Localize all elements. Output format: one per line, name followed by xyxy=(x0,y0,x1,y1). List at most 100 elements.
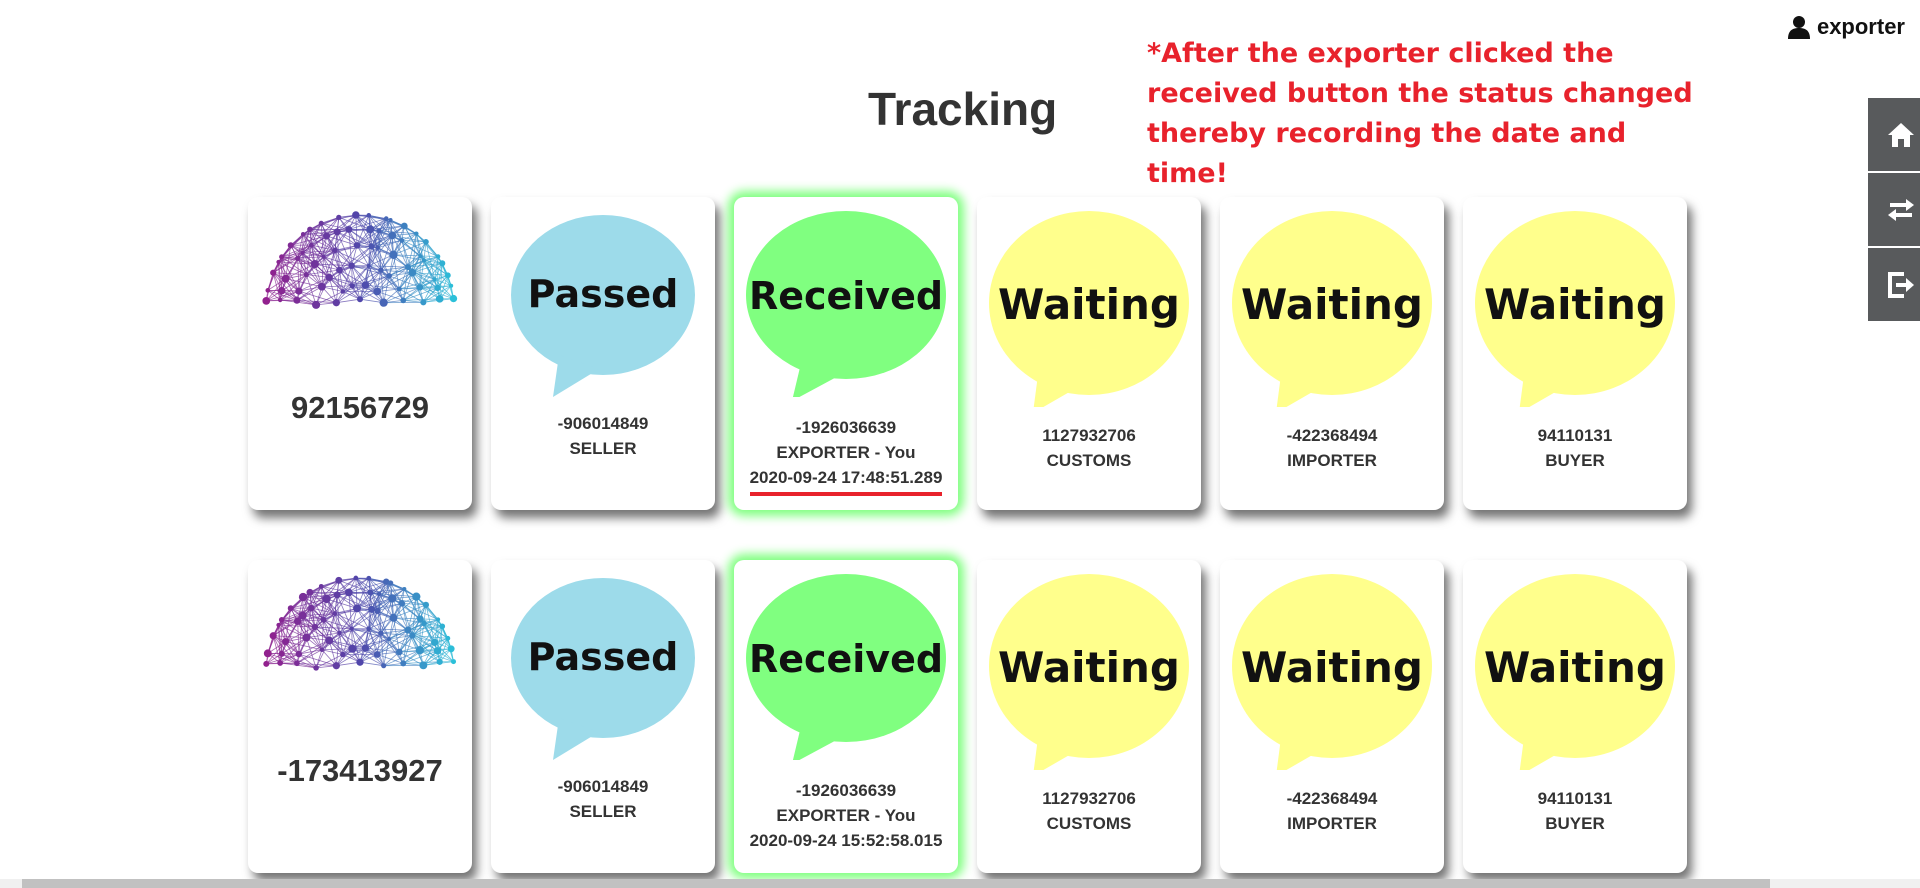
globe-node xyxy=(423,238,429,245)
status-bubble-waiting: Waiting xyxy=(989,574,1189,770)
globe-node xyxy=(368,605,376,613)
stage-id: -906014849 xyxy=(557,777,649,796)
stage-id: -906014849 xyxy=(557,414,649,433)
globe-node xyxy=(287,242,294,249)
globe-node xyxy=(349,626,354,631)
svg-text:Received: Received xyxy=(749,637,943,681)
user-menu[interactable]: exporter xyxy=(1787,14,1905,40)
globe-node xyxy=(400,660,407,667)
globe-node xyxy=(322,594,331,604)
svg-text:Waiting: Waiting xyxy=(998,280,1180,329)
transfer-button[interactable] xyxy=(1868,173,1920,246)
logout-button[interactable] xyxy=(1868,248,1920,321)
globe-node xyxy=(320,616,327,623)
stage-card-seller[interactable]: Passed -906014849 SELLER xyxy=(491,197,715,510)
globe-node xyxy=(379,298,388,307)
globe-node xyxy=(387,580,394,586)
globe-node xyxy=(375,245,380,250)
stage-card-buyer[interactable]: Waiting 94110131 BUYER xyxy=(1463,197,1687,510)
globe-node xyxy=(366,626,372,632)
globe-node xyxy=(395,648,403,656)
stage-role: SELLER xyxy=(569,439,637,458)
globe-node xyxy=(376,591,382,597)
globe-node xyxy=(303,272,309,278)
globe-network-icon xyxy=(262,211,458,309)
globe-node xyxy=(409,632,416,639)
scrollbar-thumb[interactable] xyxy=(22,879,1770,888)
globe-node xyxy=(356,658,364,666)
product-id: 92156729 xyxy=(291,390,429,425)
globe-node xyxy=(398,600,406,607)
stage-card-importer[interactable]: Waiting -422368494 IMPORTER xyxy=(1220,560,1444,873)
tracking-row-2: -173413927 Passed -906014849 SELLER Rece… xyxy=(248,560,1687,873)
globe-node xyxy=(376,228,382,234)
globe-node xyxy=(335,576,343,584)
globe-node xyxy=(366,263,371,268)
globe-node xyxy=(277,297,283,303)
stage-id: -422368494 xyxy=(1286,789,1378,808)
globe-node xyxy=(389,613,398,622)
globe-node xyxy=(311,623,319,631)
globe-node xyxy=(389,250,398,259)
globe-link xyxy=(437,256,439,288)
stage-card-customs[interactable]: Waiting 1127932706 CUSTOMS xyxy=(977,560,1201,873)
logout-icon xyxy=(1888,271,1914,298)
globe-node xyxy=(353,575,359,581)
stage-card-exporter[interactable]: Received -1926036639 EXPORTER - You 2020… xyxy=(734,197,958,510)
globe-node xyxy=(321,254,326,259)
stage-info: -906014849 SELLER xyxy=(491,411,715,461)
stage-card-importer[interactable]: Waiting -422368494 IMPORTER xyxy=(1220,197,1444,510)
stage-card-buyer[interactable]: Waiting 94110131 BUYER xyxy=(1463,560,1687,873)
globe-node xyxy=(439,260,446,267)
product-id: -173413927 xyxy=(277,753,443,788)
globe-node xyxy=(373,287,382,296)
globe-node xyxy=(325,636,334,645)
stage-role: BUYER xyxy=(1545,814,1605,833)
home-icon xyxy=(1888,122,1914,147)
product-card[interactable]: -173413927 xyxy=(248,560,472,873)
home-button[interactable] xyxy=(1868,98,1920,171)
globe-node xyxy=(449,283,454,288)
stage-id: 1127932706 xyxy=(1042,789,1136,808)
globe-node xyxy=(269,632,277,640)
globe-node xyxy=(421,258,427,263)
globe-node xyxy=(318,282,326,291)
globe-node xyxy=(435,254,441,259)
globe-node xyxy=(308,604,315,612)
stage-id: 1127932706 xyxy=(1042,426,1136,445)
globe-node xyxy=(322,232,331,240)
globe-node xyxy=(293,296,301,304)
globe-node xyxy=(277,287,286,295)
stage-id: 94110131 xyxy=(1537,789,1613,808)
annotation-note: *After the exporter clicked the received… xyxy=(1147,38,1693,189)
status-bubble-waiting: Waiting xyxy=(1475,574,1675,770)
globe-node xyxy=(337,630,342,636)
globe-node xyxy=(418,253,423,259)
globe-node xyxy=(300,250,305,255)
globe-node xyxy=(450,659,457,665)
globe-node xyxy=(332,299,340,307)
globe-node xyxy=(276,622,281,628)
stage-role: BUYER xyxy=(1545,451,1605,470)
stage-role: EXPORTER - You xyxy=(776,443,916,462)
stage-card-exporter[interactable]: Received -1926036639 EXPORTER - You 2020… xyxy=(734,560,958,873)
globe-node xyxy=(332,247,338,254)
globe-node xyxy=(333,228,341,236)
globe-node xyxy=(422,601,430,608)
globe-node xyxy=(444,272,451,279)
horizontal-scrollbar[interactable] xyxy=(0,879,1920,888)
status-bubble-received: Received xyxy=(746,574,946,760)
stage-info: 94110131 BUYER xyxy=(1463,786,1687,836)
globe-node xyxy=(298,611,307,620)
globe-node xyxy=(373,651,381,658)
product-card[interactable]: 92156729 xyxy=(248,197,472,510)
stage-role: IMPORTER xyxy=(1287,814,1377,833)
globe-node xyxy=(295,255,301,261)
stage-card-customs[interactable]: Waiting 1127932706 CUSTOMS xyxy=(977,197,1201,510)
stage-card-seller[interactable]: Passed -906014849 SELLER xyxy=(491,560,715,873)
globe-node xyxy=(405,264,412,271)
globe-node xyxy=(265,288,271,293)
globe-node xyxy=(348,644,357,653)
globe-link xyxy=(368,265,409,268)
globe-node xyxy=(412,592,421,601)
